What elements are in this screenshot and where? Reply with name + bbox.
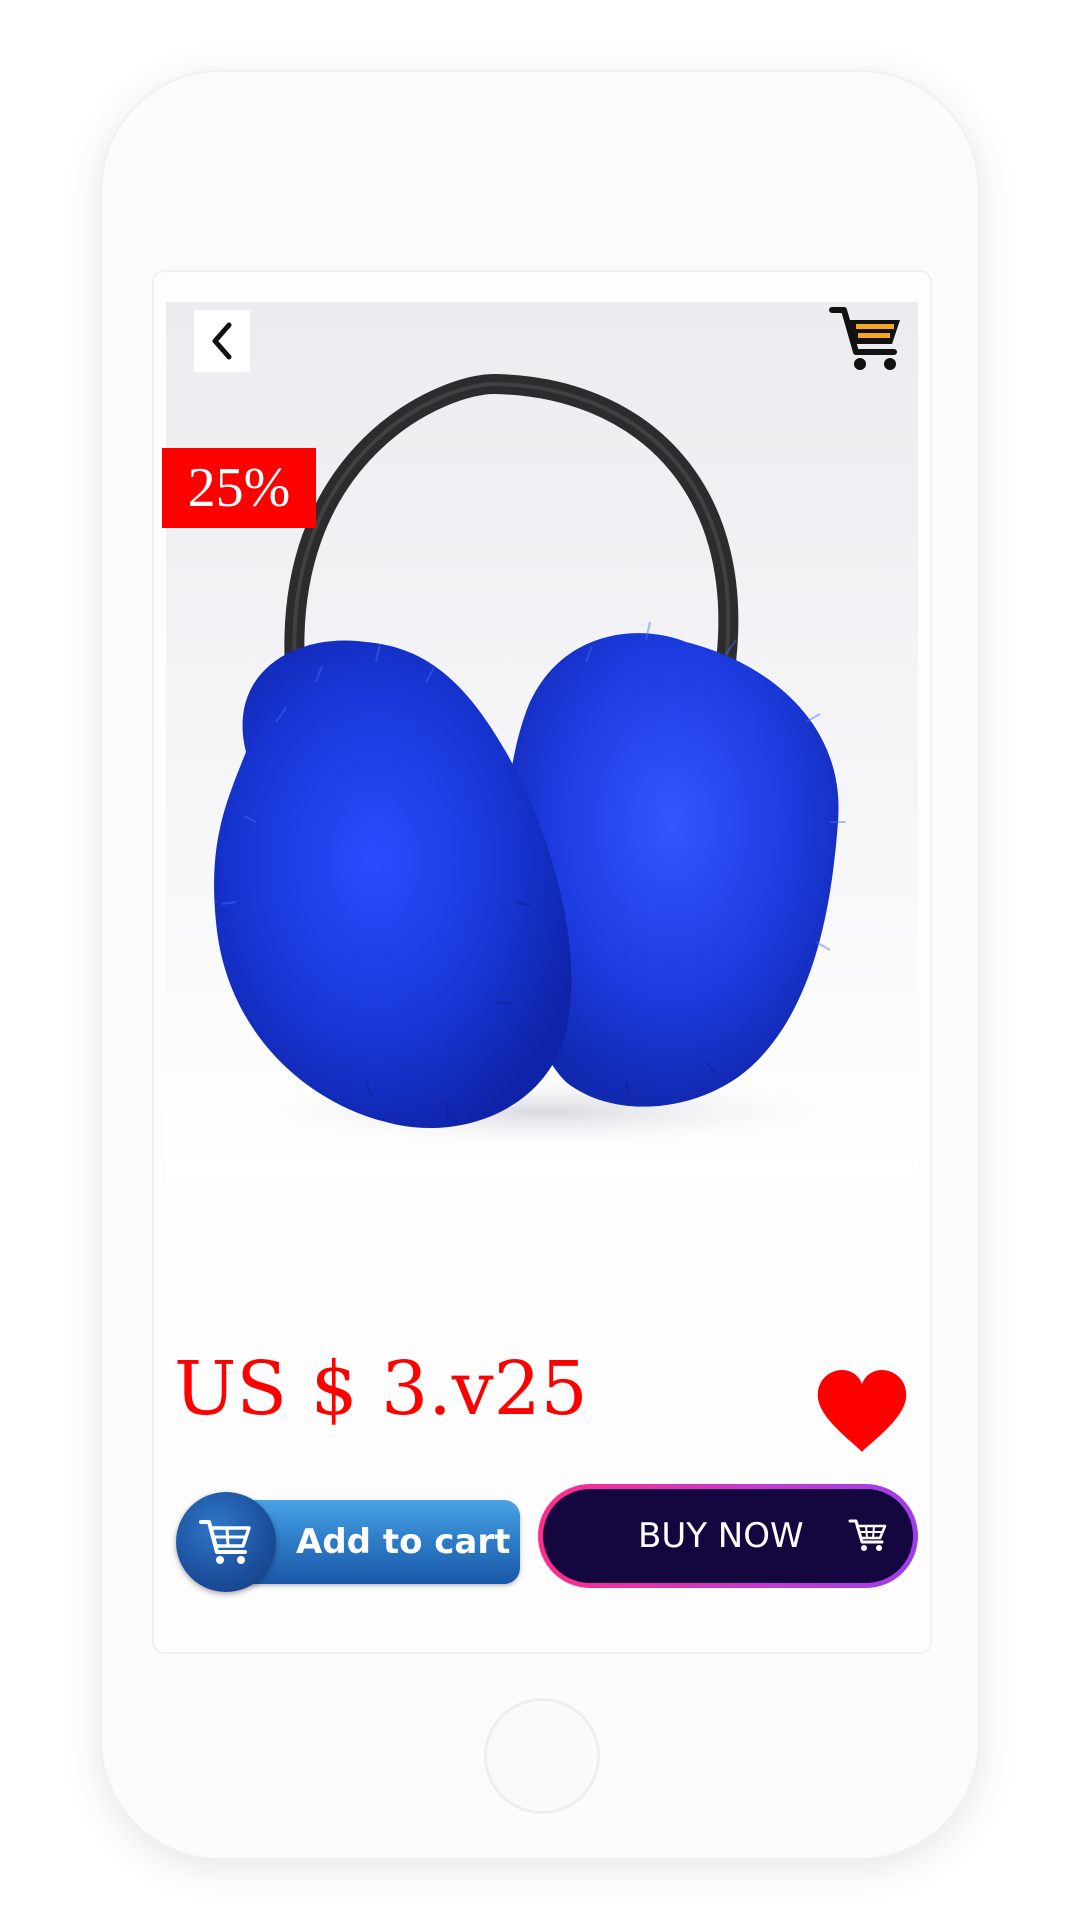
cart-icon [199,1520,251,1564]
buy-now-button[interactable]: BUY NOW [538,1484,918,1588]
product-image [166,302,918,1182]
add-to-cart-label: Add to cart [296,1522,511,1562]
chevron-left-icon [212,322,232,360]
cart-button[interactable] [828,302,908,374]
add-to-cart-button[interactable]: Add to cart [176,1492,520,1592]
favorite-button[interactable] [814,1368,910,1456]
cart-icon [848,1519,887,1551]
add-to-cart-circle [176,1492,276,1592]
product-screen: 25% US $ 3.v25 Add to cart BUY NOW [152,270,932,1654]
discount-badge: 25% [162,448,316,528]
heart-icon [817,1370,907,1452]
shopping-cart-icon [829,307,900,370]
back-button[interactable] [194,310,250,372]
product-price: US $ 3.v25 [174,1346,588,1432]
buy-now-label: BUY NOW [638,1516,804,1556]
home-button[interactable] [484,1698,600,1814]
app-stage: 25% US $ 3.v25 Add to cart BUY NOW [0,0,1080,1920]
earmuffs-illustration [214,373,876,1152]
